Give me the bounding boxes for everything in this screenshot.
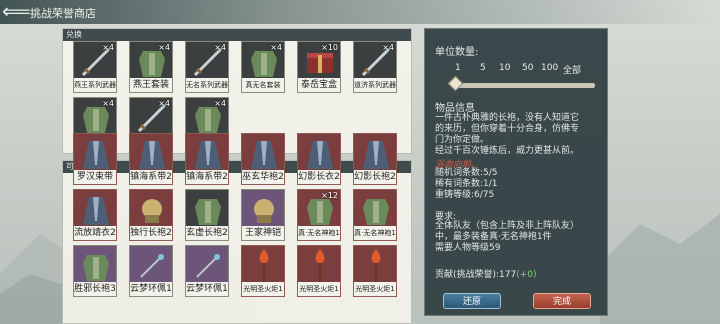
item-label: 幻影长衣2 [298,170,340,184]
item-label: 云梦环佩1 [130,282,172,296]
item-label: 燕王系列武器 [74,78,116,92]
item-slot[interactable]: 玄虚长袍2 [185,189,229,241]
item-count: ×4 [214,43,226,52]
item-label: 云梦环佩1 [186,282,228,296]
item-label: 镇海系带2 [186,170,228,184]
robe-icon [243,135,283,173]
qty-option-all[interactable]: 全部 [563,63,581,76]
item-stats: 随机词条数:5/5 稀有词条数:1/1 重铸等级:6/75 [435,168,498,200]
reset-button[interactable]: 还原 [443,293,501,309]
armor-icon [75,247,115,285]
item-label: 光明圣火炬1 [354,282,396,296]
item-slot[interactable]: 镇海系带2 [129,133,173,185]
item-count: ×4 [214,99,226,108]
contribution-text: 贡献(挑战荣誉):177(+0) [435,270,537,280]
armor-icon [355,191,395,229]
item-slot[interactable]: 云梦环佩1 [129,245,173,297]
quantity-slider[interactable] [455,83,595,88]
item-slot[interactable]: ×10 泰岳宝盒 [297,41,341,93]
item-slot[interactable]: 光明圣火炬1 [353,245,397,297]
item-label: 镇海系带2 [130,170,172,184]
robe-icon [299,135,339,173]
item-label: 幻影长袍2 [354,170,396,184]
item-label: 燕王套装 [130,78,172,92]
top-bar: ⟸ 挑战荣誉商店 [0,0,720,24]
item-slot[interactable]: 流放靖衣2 [73,189,117,241]
item-slot[interactable]: 云梦环佩1 [185,245,229,297]
item-slot[interactable]: 巫玄华袍2 [241,133,285,185]
item-label: 真无名套装 [242,78,284,92]
torch-icon [355,247,395,285]
item-label: 道济系列武器 [354,78,396,92]
torch-icon [299,247,339,285]
item-label: 流放靖衣2 [74,226,116,240]
item-count: ×10 [321,43,338,52]
item-label: 无名系列武器 [186,78,228,92]
ring-icon [187,247,227,285]
qty-option-1[interactable]: 1 [455,63,461,73]
item-slot[interactable]: 幻影长衣2 [297,133,341,185]
item-slot[interactable]: ×4 道济系列武器 [353,41,397,93]
info-panel: 单位数量: 1 5 10 50 100 全部 物品信息 一件古朴典雅的长袍，没有… [424,28,608,316]
item-slot[interactable]: ×4 真无名套装 [241,41,285,93]
qty-option-100[interactable]: 100 [541,63,558,73]
qty-option-5[interactable]: 5 [480,63,486,73]
item-slot[interactable]: 真·无名神袍1 [353,189,397,241]
item-slot[interactable]: ×4 无名系列武器 [185,41,229,93]
item-count: ×4 [102,43,114,52]
sell-panel: 可出售 罗汉束带镇海系带2镇海系带2巫玄华袍2幻影长衣2幻影长袍2流放靖衣2独行… [62,133,412,324]
item-label: 真·无名神袍1 [354,226,396,240]
item-label: 独行长袍2 [130,226,172,240]
item-count: ×4 [158,99,170,108]
item-count: ×4 [102,99,114,108]
item-slot[interactable]: 光明圣火炬1 [297,245,341,297]
item-slot[interactable]: 独行长袍2 [129,189,173,241]
armor-icon [187,191,227,229]
item-label: 胜邪长袍3 [74,282,116,296]
quantity-label: 单位数量: [435,47,479,58]
item-label: 真·无名神袍1 [298,226,340,240]
back-arrow-icon[interactable]: ⟸ [2,0,31,24]
robe-icon [75,135,115,173]
helm-icon [131,191,171,229]
ring-icon [131,247,171,285]
robe-icon [355,135,395,173]
item-slot[interactable]: 光明圣火炬1 [241,245,285,297]
item-slot[interactable]: 幻影长袍2 [353,133,397,185]
item-label: 巫玄华袍2 [242,170,284,184]
quantity-slider-handle[interactable] [447,75,464,92]
item-slot[interactable]: ×4 燕王套装 [129,41,173,93]
item-description: 一件古朴典雅的长袍，没有人知道它 的来历，但你穿着十分合身，仿佛专 门为你定做。… [435,113,580,156]
item-label: 泰岳宝盒 [298,78,340,92]
helm-icon [243,191,283,229]
item-slot[interactable]: ×12 真·无名神袍1 [297,189,341,241]
item-info-label: 物品信息 [435,103,475,114]
item-count: ×4 [158,43,170,52]
item-label: 玄虚长袍2 [186,226,228,240]
robe-icon [187,135,227,173]
page-title: 挑战荣誉商店 [30,7,96,20]
item-slot[interactable]: 王家神铠 [241,189,285,241]
qty-option-50[interactable]: 50 [522,63,533,73]
item-slot[interactable]: 胜邪长袍3 [73,245,117,297]
item-count: ×4 [382,43,394,52]
item-label: 王家神铠 [242,226,284,240]
qty-option-10[interactable]: 10 [499,63,510,73]
robe-icon [131,135,171,173]
item-label: 光明圣火炬1 [242,282,284,296]
done-button[interactable]: 完成 [533,293,591,309]
item-count: ×12 [321,191,338,200]
requirement-text: 全体队友（包含上阵及非上阵队友） 中，最多装备真·无名神袍1件 需要人物等级59 [435,221,580,253]
exchange-section-label: 兑换 [63,29,411,41]
robe-icon [75,191,115,229]
item-label: 罗汉束带 [74,170,116,184]
torch-icon [243,247,283,285]
item-slot[interactable]: 镇海系带2 [185,133,229,185]
item-slot[interactable]: 罗汉束带 [73,133,117,185]
item-label: 光明圣火炬1 [298,282,340,296]
item-slot[interactable]: ×4 燕王系列武器 [73,41,117,93]
item-count: ×4 [270,43,282,52]
